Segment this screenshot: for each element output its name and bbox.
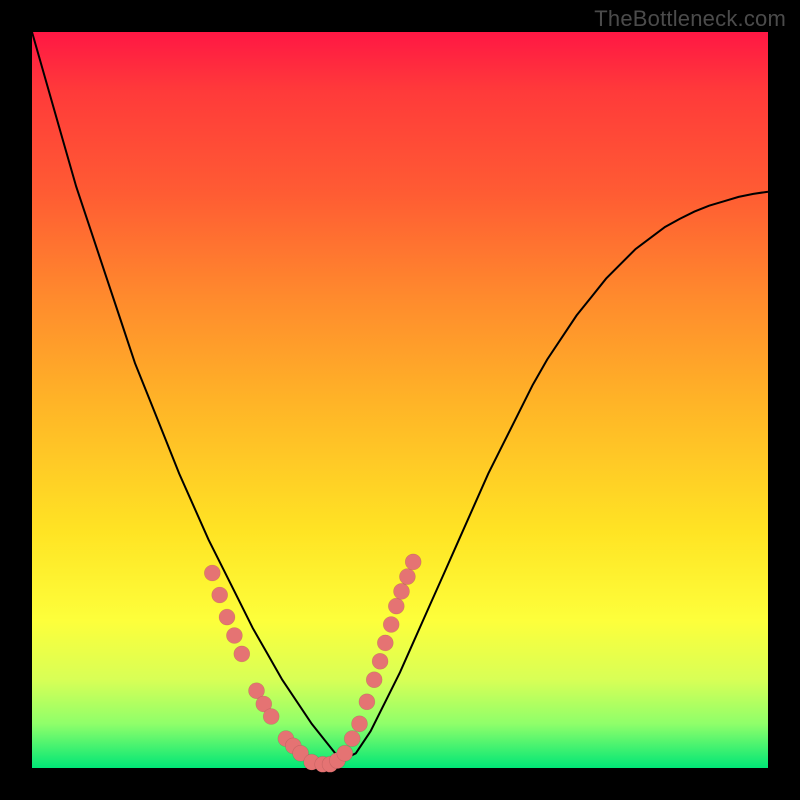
data-point xyxy=(383,617,399,633)
chart-svg xyxy=(32,32,768,768)
data-point xyxy=(372,653,388,669)
data-point xyxy=(219,609,235,625)
data-point xyxy=(263,709,279,725)
data-point xyxy=(359,694,375,710)
data-point xyxy=(204,565,220,581)
data-point xyxy=(352,716,368,732)
watermark-label: TheBottleneck.com xyxy=(594,6,786,32)
bottleneck-curve xyxy=(32,32,768,761)
data-point xyxy=(394,583,410,599)
data-point xyxy=(377,635,393,651)
data-point xyxy=(399,569,415,585)
data-point xyxy=(344,731,360,747)
marker-group xyxy=(204,554,421,772)
data-point xyxy=(234,646,250,662)
plot-area xyxy=(32,32,768,768)
data-point xyxy=(337,745,353,761)
data-point xyxy=(388,598,404,614)
data-point xyxy=(226,628,242,644)
data-point xyxy=(366,672,382,688)
outer-frame: TheBottleneck.com xyxy=(0,0,800,800)
data-point xyxy=(405,554,421,570)
data-point xyxy=(212,587,228,603)
